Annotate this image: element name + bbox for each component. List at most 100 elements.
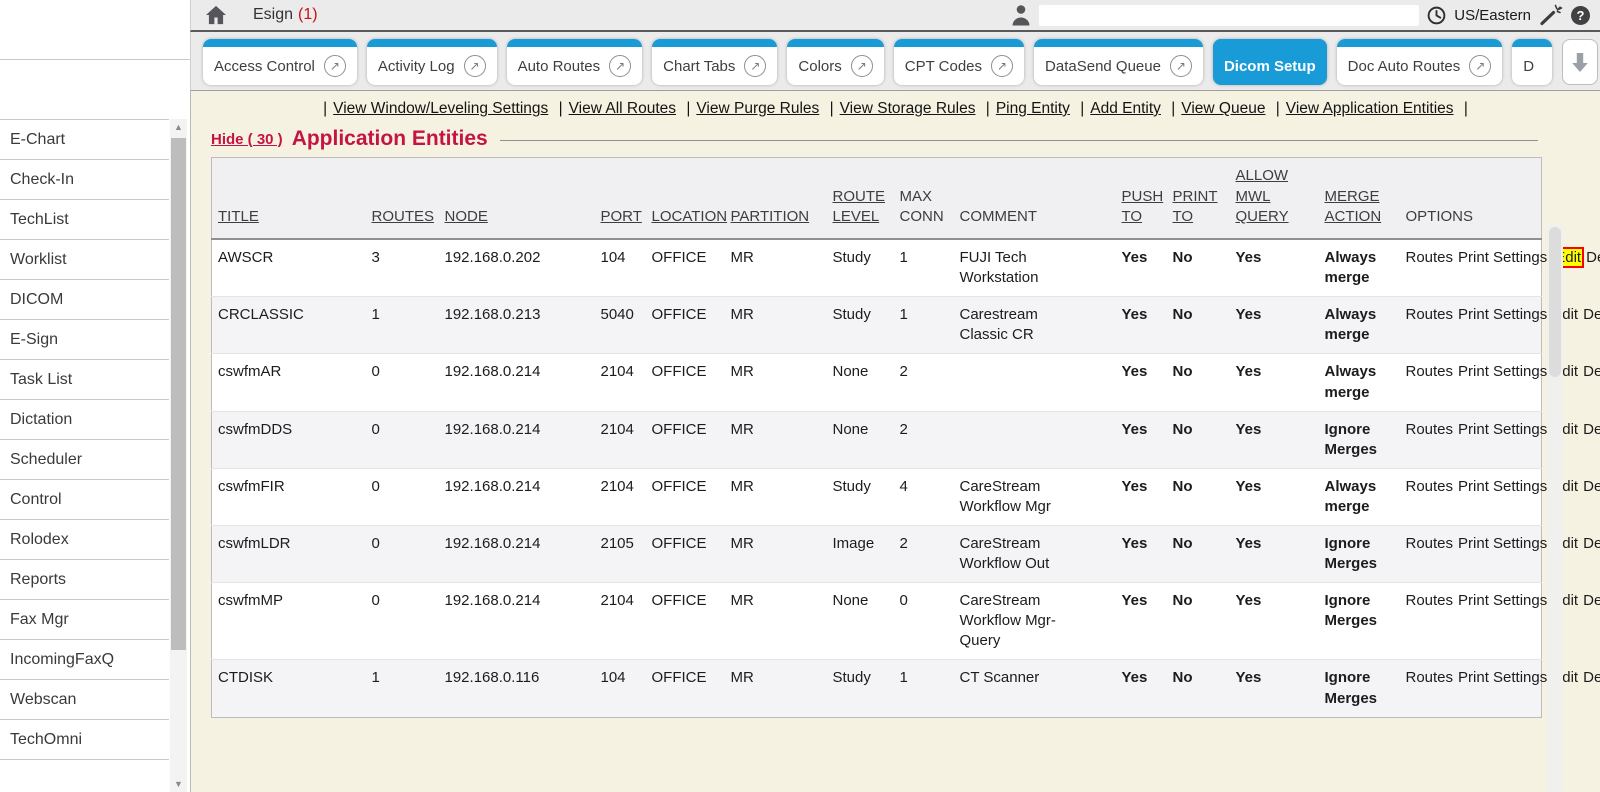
open-in-new-icon[interactable]: ↗ bbox=[1170, 55, 1192, 77]
action-link[interactable]: Ping Entity bbox=[996, 100, 1070, 117]
option-link[interactable]: Print Settings bbox=[1458, 249, 1547, 266]
option-link[interactable]: Routes bbox=[1406, 535, 1454, 552]
scrollbar-thumb[interactable] bbox=[171, 138, 186, 650]
sidebar-item[interactable]: Dictation bbox=[0, 400, 169, 440]
sidebar-item[interactable]: Fax Mgr bbox=[0, 600, 169, 640]
option-link[interactable]: Delete bbox=[1583, 535, 1600, 552]
cell-push-to: Yes bbox=[1116, 526, 1167, 583]
column-header[interactable]: NODE bbox=[439, 158, 595, 240]
option-link[interactable]: Delete bbox=[1583, 363, 1600, 380]
cell-mwl-query: Yes bbox=[1230, 239, 1319, 297]
cell-route-level: None bbox=[827, 583, 894, 660]
column-header[interactable]: PORT bbox=[595, 158, 646, 240]
column-header[interactable]: LOCATION bbox=[646, 158, 725, 240]
column-header[interactable]: PRINT TO bbox=[1167, 158, 1230, 240]
action-link[interactable]: View All Routes bbox=[569, 100, 676, 117]
cell-port: 5040 bbox=[595, 297, 646, 354]
action-link[interactable]: View Window/Leveling Settings bbox=[333, 100, 548, 117]
global-search-input[interactable] bbox=[1039, 5, 1419, 26]
sidebar-item[interactable]: E-Chart bbox=[0, 120, 169, 160]
cell-node: 192.168.0.116 bbox=[439, 660, 595, 717]
tab-scroll-down-button[interactable] bbox=[1562, 39, 1598, 85]
tab-overflow-partial[interactable]: D bbox=[1512, 39, 1552, 85]
tab[interactable]: Activity Log ↗ bbox=[367, 39, 497, 85]
open-in-new-icon[interactable]: ↗ bbox=[851, 55, 873, 77]
open-in-new-icon[interactable]: ↗ bbox=[991, 55, 1013, 77]
cell-mwl-query: Yes bbox=[1230, 411, 1319, 468]
sidebar-item[interactable]: Scheduler bbox=[0, 440, 169, 480]
sidebar-item[interactable]: DICOM bbox=[0, 280, 169, 320]
option-link[interactable]: Delete bbox=[1583, 478, 1600, 495]
option-link[interactable]: Routes bbox=[1406, 249, 1454, 266]
help-icon[interactable]: ? bbox=[1571, 6, 1590, 25]
sidebar-item[interactable]: Worklist bbox=[0, 240, 169, 280]
tab[interactable]: Chart Tabs ↗ bbox=[652, 39, 777, 85]
action-link[interactable]: View Queue bbox=[1181, 100, 1265, 117]
option-link[interactable]: Delete bbox=[1583, 669, 1600, 686]
tab[interactable]: Access Control ↗ bbox=[203, 39, 357, 85]
action-link[interactable]: View Application Entities bbox=[1286, 100, 1454, 117]
tab-accent-bar bbox=[507, 39, 643, 47]
action-link[interactable]: View Purge Rules bbox=[696, 100, 819, 117]
option-link[interactable]: Print Settings bbox=[1458, 363, 1547, 380]
table-scrollbar-thumb[interactable] bbox=[1549, 227, 1561, 377]
sidebar-item[interactable]: TechOmni bbox=[0, 720, 169, 760]
option-link[interactable]: Routes bbox=[1406, 306, 1454, 323]
sidebar-item[interactable]: Reports bbox=[0, 560, 169, 600]
column-header[interactable]: PARTITION bbox=[725, 158, 827, 240]
sidebar-item[interactable]: Rolodex bbox=[0, 520, 169, 560]
column-header[interactable]: ROUTES bbox=[366, 158, 439, 240]
scrollbar-down-icon[interactable]: ▼ bbox=[170, 776, 187, 792]
option-link[interactable]: Print Settings bbox=[1458, 535, 1547, 552]
open-in-new-icon[interactable]: ↗ bbox=[609, 55, 631, 77]
column-header[interactable]: ROUTE LEVEL bbox=[827, 158, 894, 240]
action-link[interactable]: View Storage Rules bbox=[840, 100, 976, 117]
column-header[interactable]: ALLOW MWL QUERY bbox=[1230, 158, 1319, 240]
tab[interactable]: Colors ↗ bbox=[787, 39, 883, 85]
home-icon[interactable] bbox=[205, 5, 227, 25]
open-in-new-icon[interactable]: ↗ bbox=[1469, 55, 1491, 77]
option-link[interactable]: Print Settings bbox=[1458, 478, 1547, 495]
option-link[interactable]: Routes bbox=[1406, 363, 1454, 380]
option-link[interactable]: Print Settings bbox=[1458, 592, 1547, 609]
sidebar-item[interactable]: Task List bbox=[0, 360, 169, 400]
scrollbar-up-icon[interactable]: ▲ bbox=[170, 119, 187, 135]
column-header[interactable]: PUSH TO bbox=[1116, 158, 1167, 240]
sidebar-item[interactable]: Control bbox=[0, 480, 169, 520]
option-link[interactable]: Print Settings bbox=[1458, 669, 1547, 686]
option-link[interactable]: Delete bbox=[1583, 306, 1600, 323]
option-link[interactable]: Print Settings bbox=[1458, 306, 1547, 323]
option-link[interactable]: Delete bbox=[1586, 249, 1600, 266]
open-in-new-icon[interactable]: ↗ bbox=[324, 55, 346, 77]
column-header[interactable]: TITLE bbox=[212, 158, 366, 240]
option-link[interactable]: Routes bbox=[1406, 669, 1454, 686]
cell-merge-action: Ignore Merges bbox=[1319, 411, 1400, 468]
sidebar-item[interactable]: E-Sign bbox=[0, 320, 169, 360]
column-header[interactable]: MERGE ACTION bbox=[1319, 158, 1400, 240]
option-link[interactable]: Delete bbox=[1583, 592, 1600, 609]
option-link[interactable]: Delete bbox=[1583, 421, 1600, 438]
sidebar-item[interactable]: Check-In bbox=[0, 160, 169, 200]
tab[interactable]: DataSend Queue ↗ bbox=[1034, 39, 1203, 85]
table-scrollbar[interactable] bbox=[1547, 225, 1563, 792]
open-in-new-icon[interactable]: ↗ bbox=[464, 55, 486, 77]
cell-push-to: Yes bbox=[1116, 468, 1167, 525]
tab[interactable]: Auto Routes ↗ bbox=[507, 39, 643, 85]
sidebar-item[interactable]: IncomingFaxQ bbox=[0, 640, 169, 680]
option-link[interactable]: Routes bbox=[1406, 421, 1454, 438]
wand-icon[interactable] bbox=[1539, 4, 1563, 26]
sidebar-item[interactable]: Webscan bbox=[0, 680, 169, 720]
sidebar-scrollbar[interactable]: ▲ ▼ bbox=[170, 119, 187, 792]
sidebar-item[interactable]: TechList bbox=[0, 200, 169, 240]
option-link[interactable]: Routes bbox=[1406, 592, 1454, 609]
option-link[interactable]: Print Settings bbox=[1458, 421, 1547, 438]
tab[interactable]: Dicom Setup ↗ bbox=[1213, 39, 1327, 85]
tab[interactable]: Doc Auto Routes ↗ bbox=[1337, 39, 1503, 85]
action-link[interactable]: Add Entity bbox=[1090, 100, 1161, 117]
option-link[interactable]: Routes bbox=[1406, 478, 1454, 495]
esign-tab-label[interactable]: Esign bbox=[253, 6, 293, 24]
link-separator: | bbox=[686, 100, 690, 117]
tab[interactable]: CPT Codes ↗ bbox=[894, 39, 1024, 85]
hide-toggle-link[interactable]: Hide ( 30 ) bbox=[211, 131, 283, 148]
open-in-new-icon[interactable]: ↗ bbox=[744, 55, 766, 77]
